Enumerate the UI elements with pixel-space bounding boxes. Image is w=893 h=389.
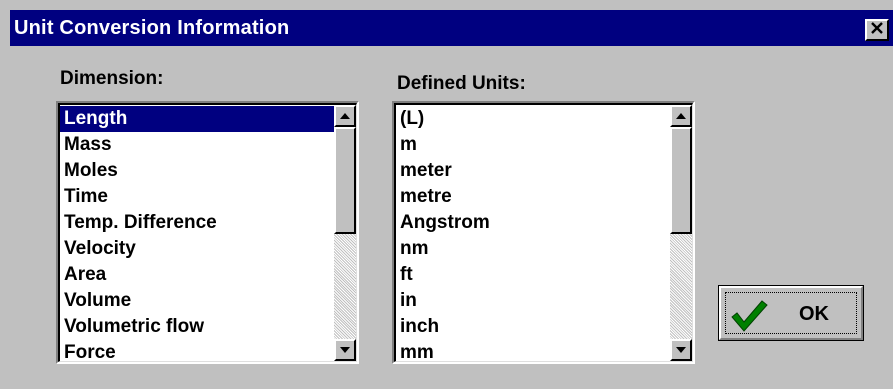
unit-list-item[interactable]: nm (396, 236, 670, 262)
dimension-scroll-up-button[interactable] (334, 105, 356, 127)
dimension-list-item[interactable]: Force (60, 340, 334, 361)
unit-list-item[interactable]: mm (396, 340, 670, 361)
arrow-down-icon (676, 347, 686, 353)
unit-list-item[interactable]: inch (396, 314, 670, 340)
ok-button[interactable]: OK (718, 285, 864, 341)
unit-list-item[interactable]: (L) (396, 106, 670, 132)
units-listbox[interactable]: (L) m meter metre Angstrom nm ft in inch mm (392, 101, 695, 364)
dimension-scroll-thumb[interactable] (334, 127, 356, 234)
dimension-list-item[interactable]: Velocity (60, 236, 334, 262)
unit-list-item[interactable]: meter (396, 158, 670, 184)
dimension-scrollbar[interactable] (334, 105, 356, 361)
unit-list-item[interactable]: ft (396, 262, 670, 288)
dimension-list-item[interactable]: Moles (60, 158, 334, 184)
dialog-window: Unit Conversion Information Dimension: L… (0, 0, 893, 389)
arrow-up-icon (676, 113, 686, 119)
dimension-list-item[interactable]: Area (60, 262, 334, 288)
dimension-list-item[interactable]: Time (60, 184, 334, 210)
dimension-label: Dimension: (60, 68, 164, 89)
dimension-scroll-down-button[interactable] (334, 339, 356, 361)
dimension-list-item[interactable]: Volume (60, 288, 334, 314)
dimension-list-item[interactable]: Temp. Difference (60, 210, 334, 236)
ok-button-label: OK (799, 303, 829, 325)
title-bar[interactable]: Unit Conversion Information (10, 10, 893, 46)
arrow-up-icon (340, 113, 350, 119)
units-scroll-thumb[interactable] (670, 127, 692, 234)
unit-list-item[interactable]: Angstrom (396, 210, 670, 236)
unit-list-item[interactable]: metre (396, 184, 670, 210)
dimension-list-item[interactable]: Length (60, 106, 334, 132)
close-icon (870, 21, 884, 40)
checkmark-icon (729, 298, 769, 339)
dimension-listbox[interactable]: Length Mass Moles Time Temp. Difference Veloc… (56, 101, 359, 364)
unit-list-item[interactable]: m (396, 132, 670, 158)
dimension-list-item[interactable]: Mass (60, 132, 334, 158)
units-scroll-up-button[interactable] (670, 105, 692, 127)
defined-units-label: Defined Units: (397, 73, 526, 94)
window-title: Unit Conversion Information (14, 17, 290, 39)
unit-list-item[interactable]: in (396, 288, 670, 314)
units-scrollbar[interactable] (670, 105, 692, 361)
arrow-down-icon (340, 347, 350, 353)
dimension-list: Length Mass Moles Time Temp. Difference Veloc… (60, 106, 334, 361)
units-list: (L) m meter metre Angstrom nm ft in inch mm (396, 106, 670, 361)
dimension-list-item[interactable]: Volumetric flow (60, 314, 334, 340)
units-scroll-down-button[interactable] (670, 339, 692, 361)
close-button[interactable] (865, 19, 889, 41)
